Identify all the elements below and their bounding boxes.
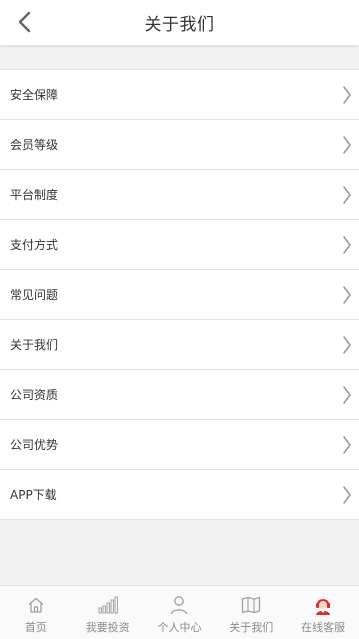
- page-title: 关于我们: [144, 15, 215, 35]
- chevron-right-icon: [339, 84, 355, 106]
- menu-item-membership[interactable]: 会员等级: [0, 120, 359, 170]
- chevron-right-icon: [339, 184, 355, 206]
- chevron-right-icon: [339, 484, 355, 506]
- menu-item-qualifications[interactable]: 公司资质: [0, 370, 359, 420]
- menu-item-platform-rules[interactable]: 平台制度: [0, 170, 359, 220]
- menu-item-advantages[interactable]: 公司优势: [0, 420, 359, 470]
- chevron-right-icon: [339, 384, 355, 406]
- chevron-right-icon: [339, 284, 355, 306]
- tab-label: 我要投资: [85, 621, 130, 634]
- menu-item-app-download[interactable]: APP下载: [0, 470, 359, 520]
- home-icon: [25, 594, 47, 616]
- menu-item-label: 公司优势: [10, 438, 59, 452]
- tab-profile[interactable]: 个人中心: [144, 586, 216, 639]
- tab-label: 个人中心: [157, 621, 202, 634]
- menu-list: 安全保障 会员等级 平台制度 支付方式 常见问题 关于我们 公司资质 公司优势 …: [0, 69, 359, 520]
- menu-item-label: 安全保障: [10, 88, 59, 102]
- menu-item-faq[interactable]: 常见问题: [0, 270, 359, 320]
- tab-customer-service[interactable]: 在线客服: [287, 586, 359, 639]
- menu-item-label: 关于我们: [10, 338, 59, 352]
- user-icon: [168, 594, 190, 616]
- customer-service-icon: [312, 594, 334, 616]
- menu-item-label: 公司资质: [10, 388, 59, 402]
- tab-label: 在线客服: [301, 621, 346, 634]
- back-button[interactable]: [8, 6, 40, 38]
- chevron-right-icon: [339, 134, 355, 156]
- tab-label: 首页: [24, 621, 47, 634]
- chevron-right-icon: [339, 234, 355, 256]
- chevron-right-icon: [339, 434, 355, 456]
- menu-item-about[interactable]: 关于我们: [0, 320, 359, 370]
- menu-item-label: 平台制度: [10, 188, 59, 202]
- menu-item-label: 支付方式: [10, 238, 59, 252]
- tab-invest[interactable]: 我要投资: [72, 586, 144, 639]
- menu-item-label: 会员等级: [10, 138, 59, 152]
- map-book-icon: [240, 594, 262, 616]
- menu-item-label: APP下载: [10, 488, 57, 502]
- bottom-tab-bar: 首页 我要投资 个人中心 关于我们 在线客服: [0, 585, 359, 639]
- chevron-left-icon: [18, 11, 31, 33]
- menu-item-label: 常见问题: [10, 288, 59, 302]
- tab-label: 关于我们: [229, 621, 274, 634]
- menu-item-security[interactable]: 安全保障: [0, 70, 359, 120]
- bar-chart-icon: [97, 594, 119, 616]
- top-bar: 关于我们: [0, 0, 359, 45]
- tab-home[interactable]: 首页: [0, 586, 72, 639]
- chevron-right-icon: [339, 334, 355, 356]
- menu-item-payment[interactable]: 支付方式: [0, 220, 359, 270]
- tab-about[interactable]: 关于我们: [215, 586, 287, 639]
